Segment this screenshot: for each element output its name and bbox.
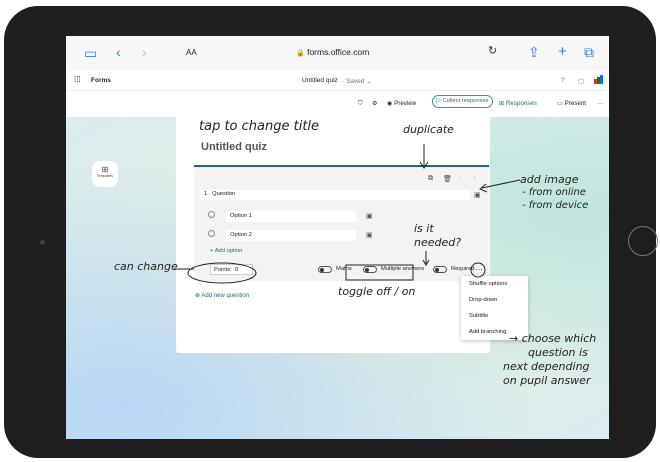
ipad-frame: ▭ ‹ › AA 🔒 forms.office.com ↻ ⇪ + ⧉ ⁞⁞⁞ … (4, 6, 658, 458)
duplicate-arrow (419, 144, 429, 169)
multiple-answers-box (345, 264, 414, 281)
add-image-arrow (479, 179, 521, 193)
home-button[interactable] (628, 226, 658, 256)
ipad-screen: ▭ ‹ › AA 🔒 forms.office.com ↻ ⇪ + ⧉ ⁞⁞⁞ … (66, 36, 609, 439)
front-camera (40, 240, 45, 245)
points-circle (187, 262, 257, 284)
annotation-ink-layer (174, 144, 521, 284)
more-circle (470, 262, 486, 278)
needed-arrow (422, 251, 430, 266)
